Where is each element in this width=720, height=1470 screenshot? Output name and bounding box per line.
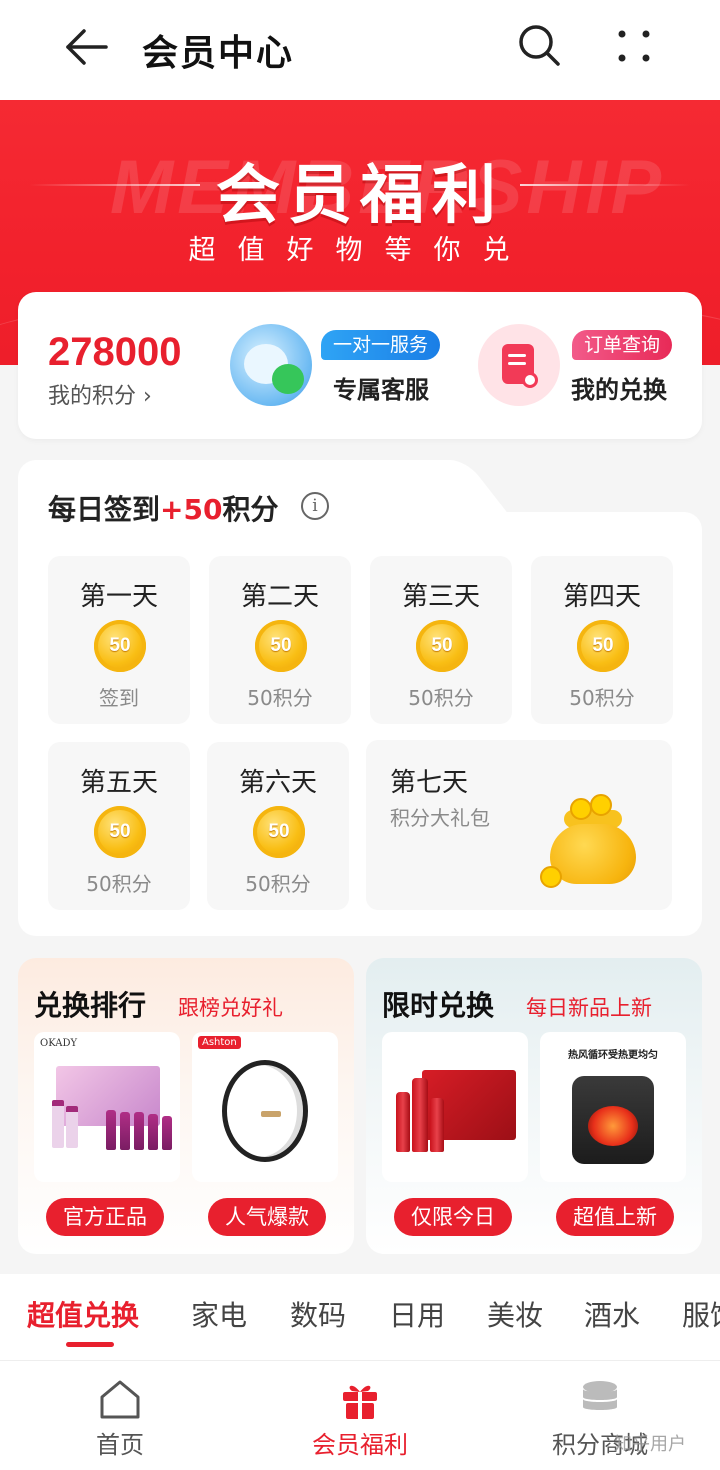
- my-points-link[interactable]: 我的积分 ›: [48, 378, 152, 410]
- checkin-day-1[interactable]: 第一天 50 签到: [48, 556, 190, 724]
- checkin-bonus: +50: [160, 493, 223, 526]
- tab-value-exchange[interactable]: 超值兑换: [27, 1294, 139, 1334]
- product-brand: Ashton: [198, 1036, 241, 1049]
- today-only-button[interactable]: 仅限今日: [394, 1198, 512, 1236]
- day-value: 50积分: [86, 872, 152, 896]
- product-robot-vacuum[interactable]: Ashton: [192, 1032, 338, 1182]
- checkin-day-2[interactable]: 第二天 50 50积分: [209, 556, 351, 724]
- back-button[interactable]: [62, 22, 112, 72]
- tab-apparel[interactable]: 服饰: [682, 1294, 720, 1334]
- day-name: 第二天: [240, 582, 319, 612]
- daily-checkin-card: 每日签到+50积分 i 第一天 50 签到 第二天 50 50积分 第三天 50…: [18, 460, 702, 936]
- bottom-nav: 首页 会员福利 积分商城: [0, 1360, 720, 1470]
- exchange-ranking-card[interactable]: 兑换排行 跟榜兑好礼 OKADY Ashton 官方正品 人气爆款: [18, 958, 354, 1254]
- gift-pack-label: 积分大礼包: [390, 806, 490, 830]
- checkin-day-3[interactable]: 第三天 50 50积分: [370, 556, 512, 724]
- day-value: 50积分: [408, 686, 474, 710]
- checkin-day-4[interactable]: 第四天 50 50积分: [531, 556, 673, 724]
- day-name: 第六天: [238, 768, 317, 798]
- limited-exchange-card[interactable]: 限时兑换 每日新品上新 热风循环受热更均匀 仅限今日 超值上新: [366, 958, 702, 1254]
- coin-icon: 50: [255, 620, 307, 672]
- product-cosmetics-set[interactable]: OKADY: [34, 1032, 180, 1182]
- points-card: 278000 我的积分 › 一对一服务 专属客服 订单查询 我的兑换: [18, 292, 702, 439]
- arrow-left-icon: [66, 29, 108, 65]
- checkin-title: 每日签到+50积分: [48, 488, 278, 528]
- home-icon: [100, 1380, 140, 1419]
- search-button[interactable]: [516, 22, 564, 70]
- customer-service-label[interactable]: 专属客服: [333, 370, 429, 405]
- limited-title: 限时兑换: [382, 989, 495, 1022]
- banner-title: 会员福利: [216, 159, 504, 233]
- coin-icon: 50: [253, 806, 305, 858]
- nav-member-benefits[interactable]: 会员福利: [290, 1361, 430, 1470]
- official-genuine-button[interactable]: 官方正品: [46, 1198, 164, 1236]
- nav-label: 首页: [96, 1431, 144, 1459]
- service-tag: 一对一服务: [321, 330, 441, 360]
- active-tab-indicator: [66, 1342, 114, 1347]
- product-air-fryer[interactable]: 热风循环受热更均匀: [540, 1032, 686, 1182]
- exchange-order-icon[interactable]: [478, 324, 560, 406]
- nav-home[interactable]: 首页: [50, 1361, 190, 1470]
- day-name: 第四天: [562, 582, 641, 612]
- more-button[interactable]: [610, 22, 658, 70]
- checkin-title-suffix: 积分: [222, 493, 279, 526]
- site-watermark: 知乎用户: [614, 1434, 686, 1455]
- product-brand: OKADY: [40, 1038, 78, 1049]
- info-icon[interactable]: i: [301, 492, 329, 520]
- points-value: 278000: [48, 330, 182, 374]
- day-name: 第一天: [79, 582, 158, 612]
- coins-stack-icon: [583, 1381, 617, 1410]
- tab-daily-use[interactable]: 日用: [389, 1294, 445, 1334]
- product-caption: 热风循环受热更均匀: [568, 1050, 658, 1061]
- day-name: 第五天: [79, 768, 158, 798]
- hot-item-button[interactable]: 人气爆款: [208, 1198, 326, 1236]
- day-value: 50积分: [245, 872, 311, 896]
- category-tabs: 超值兑换 家电 数码 日用 美妆 酒水 服饰: [0, 1274, 720, 1360]
- day-value: 50积分: [247, 686, 313, 710]
- banner-subtitle: 超值好物等你兑: [188, 235, 532, 266]
- product-skincare-set[interactable]: [382, 1032, 528, 1182]
- coin-icon: 50: [94, 620, 146, 672]
- day-name: 第三天: [401, 582, 480, 612]
- tab-appliances[interactable]: 家电: [191, 1294, 247, 1334]
- ranking-title: 兑换排行: [34, 989, 147, 1022]
- tab-digital[interactable]: 数码: [290, 1294, 346, 1334]
- tab-drinks[interactable]: 酒水: [584, 1294, 640, 1334]
- day-value: 50积分: [569, 686, 635, 710]
- day-value: 签到: [99, 686, 139, 710]
- ranking-subtitle: 跟榜兑好礼: [178, 996, 283, 1020]
- my-exchange-label[interactable]: 我的兑换: [571, 370, 667, 405]
- customer-service-icon[interactable]: [230, 324, 312, 406]
- coin-icon: 50: [416, 620, 468, 672]
- top-bar: 会员中心: [0, 0, 720, 100]
- more-dots-icon: [618, 30, 650, 62]
- order-query-tag: 订单查询: [572, 330, 673, 360]
- page-title: 会员中心: [142, 33, 295, 74]
- day-name: 第七天: [390, 768, 469, 798]
- money-bag-icon: [540, 794, 638, 888]
- checkin-day-5[interactable]: 第五天 50 50积分: [48, 742, 190, 910]
- tab-beauty[interactable]: 美妆: [487, 1294, 543, 1334]
- coin-icon: 50: [94, 806, 146, 858]
- new-value-button[interactable]: 超值上新: [556, 1198, 674, 1236]
- checkin-day-6[interactable]: 第六天 50 50积分: [207, 742, 349, 910]
- limited-subtitle: 每日新品上新: [526, 996, 652, 1020]
- checkin-title-text: 每日签到: [48, 493, 161, 526]
- checkin-day-7[interactable]: 第七天 积分大礼包: [366, 740, 672, 910]
- gift-icon: [343, 1385, 377, 1419]
- search-icon: [519, 25, 560, 66]
- coin-icon: 50: [577, 620, 629, 672]
- nav-label: 会员福利: [312, 1431, 408, 1459]
